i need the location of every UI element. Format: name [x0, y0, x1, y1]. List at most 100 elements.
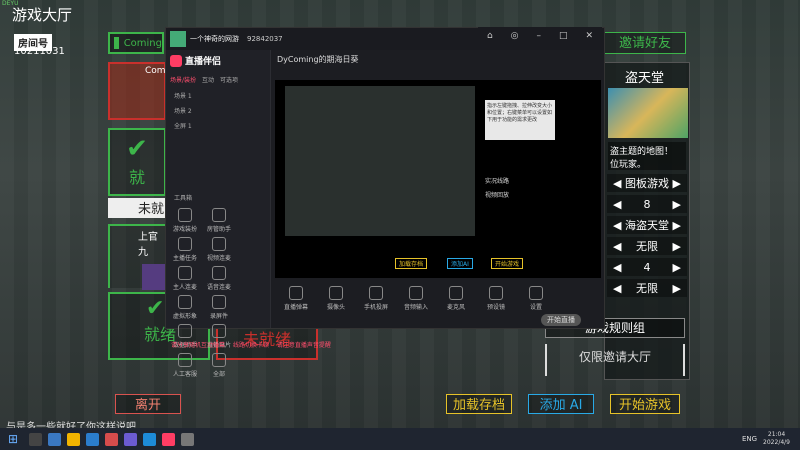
invite-friends-button[interactable]: 邀请好友: [604, 32, 686, 54]
maximize-icon[interactable]: □: [559, 31, 568, 41]
bottom-tool[interactable]: 直播弹幕: [281, 286, 311, 311]
start-live-button[interactable]: 开始直播: [541, 314, 581, 326]
scene-item[interactable]: 场景 1: [166, 88, 270, 103]
bottom-tool[interactable]: 麦克风: [441, 286, 471, 311]
map-name: 盗天堂: [625, 71, 665, 86]
tool-item[interactable]: 视频连麦: [204, 237, 234, 262]
bottom-tool[interactable]: 摄像头: [321, 286, 351, 311]
player-card-red[interactable]: Comi: [108, 62, 168, 120]
player3-name: 上官九: [138, 232, 158, 258]
stream-app-icon[interactable]: [162, 432, 176, 446]
minimize-icon[interactable]: –: [537, 31, 542, 41]
arrow-left-icon[interactable]: ◀: [613, 240, 621, 253]
folder-icon[interactable]: [67, 432, 81, 446]
stream-preview[interactable]: 指示左键拖拽、拉伸改变大小和位置；右键菜单可以设置如下用于功能的需求更改 实况线…: [275, 80, 601, 278]
setting-row-time[interactable]: ◀ 无限 ▶: [607, 237, 687, 255]
setting-row-limit[interactable]: ◀ 无限 ▶: [607, 279, 687, 297]
map-desc-line2: 位玩家。: [610, 160, 647, 170]
popup-start-button[interactable]: 开始游戏: [491, 258, 524, 269]
setting-value: 无限: [636, 240, 658, 253]
browser-icon[interactable]: [86, 432, 100, 446]
home-icon[interactable]: ⌂: [487, 31, 493, 41]
app-icon[interactable]: [124, 432, 138, 446]
tool-label: 游戏装扮: [172, 226, 197, 233]
steam-icon[interactable]: [143, 432, 157, 446]
tool-icon: [212, 208, 226, 222]
rec-label: 视频回放: [485, 192, 510, 199]
arrow-left-icon[interactable]: ◀: [613, 177, 621, 190]
arrow-left-icon[interactable]: ◀: [613, 261, 621, 274]
setting-row-map[interactable]: ◀ 海盗天堂 ▶: [607, 216, 687, 234]
tool-item[interactable]: 语音连麦: [204, 266, 234, 291]
start-game-button[interactable]: 开始游戏: [610, 394, 680, 414]
arrow-left-icon[interactable]: ◀: [613, 282, 621, 295]
arrow-right-icon[interactable]: ▶: [673, 282, 681, 295]
tool-item[interactable]: 人工客服: [170, 353, 200, 378]
arrow-right-icon[interactable]: ▶: [673, 261, 681, 274]
stream-title: DyComing的期海日葵: [277, 55, 359, 64]
tool-icon: [212, 237, 226, 251]
tool-label: 视频连麦: [206, 255, 231, 262]
tab-scenes[interactable]: 场景/装扮: [170, 75, 196, 84]
app-icon[interactable]: [105, 432, 119, 446]
tab-interact[interactable]: 互动: [202, 75, 214, 84]
tool-label: 虚拟形象: [172, 313, 197, 320]
scene-item[interactable]: 全屏 1: [166, 118, 270, 133]
gamepad-icon[interactable]: ◎: [511, 31, 519, 41]
logo-icon: [170, 54, 182, 67]
popup-ai-button[interactable]: 添加AI: [447, 258, 473, 269]
tool-item[interactable]: 游戏装扮: [170, 208, 200, 233]
hint: 线路切换卡顿: [232, 342, 269, 349]
ready-slot[interactable]: ✔ 就: [108, 128, 166, 196]
brand-name: 直播伴侣: [185, 57, 222, 67]
tab-options[interactable]: 可选项: [220, 75, 238, 84]
app-icon[interactable]: [181, 432, 195, 446]
add-ai-button[interactable]: 添加 AI: [528, 394, 594, 414]
tool-item[interactable]: 房管助手: [204, 208, 234, 233]
clock[interactable]: 21:04 2022/4/9: [763, 431, 790, 447]
line-label: 实况线路: [485, 178, 510, 185]
load-save-button[interactable]: 加载存档: [446, 394, 512, 414]
tool-item[interactable]: 虚拟形象: [170, 295, 200, 320]
arrow-right-icon[interactable]: ▶: [673, 219, 681, 232]
tool-item[interactable]: 主人连麦: [170, 266, 200, 291]
close-icon[interactable]: ✕: [585, 31, 593, 41]
room-number: 10211031: [14, 46, 65, 57]
language-indicator[interactable]: ENG: [742, 435, 757, 443]
bottom-tool[interactable]: 预设镜: [481, 286, 511, 311]
player1-slot[interactable]: Coming: [108, 32, 164, 54]
leave-button[interactable]: 离开: [115, 394, 181, 414]
bottom-tool[interactable]: 音频输入: [401, 286, 431, 311]
windows-start-icon[interactable]: ⊞: [8, 432, 18, 446]
bottom-tool[interactable]: 设置: [521, 286, 551, 311]
tool-icon: [178, 353, 192, 367]
app-icon[interactable]: [48, 432, 62, 446]
player3-card[interactable]: 上官九: [108, 224, 168, 290]
arrow-left-icon[interactable]: ◀: [613, 198, 621, 211]
arrow-right-icon[interactable]: ▶: [673, 198, 681, 211]
arrow-left-icon[interactable]: ◀: [613, 219, 621, 232]
hint: 请分享随机互动弹幕: [171, 342, 226, 349]
tool-icon: [329, 286, 343, 300]
sidebar-tabs: 场景/装扮 互动 可选项: [166, 71, 270, 88]
bottom-tool[interactable]: 手机投屏: [361, 286, 391, 311]
scene-item[interactable]: 场景 2: [166, 103, 270, 118]
arrow-right-icon[interactable]: ▶: [673, 177, 681, 190]
popup-load-button[interactable]: 加载存档: [395, 258, 428, 269]
tool-icon: [212, 353, 226, 367]
tool-icon: [369, 286, 383, 300]
bottom-hints: 请分享随机互动弹幕 线路切换卡顿 请注意直播声音提醒: [171, 340, 591, 349]
hint: 请注意直播声音提醒: [276, 342, 331, 349]
setting-row-players[interactable]: ◀ 8 ▶: [607, 195, 687, 213]
tool-item[interactable]: 主播任务: [170, 237, 200, 262]
search-icon[interactable]: [29, 432, 43, 446]
channel-avatar: [170, 31, 186, 47]
tool-item[interactable]: 全部: [204, 353, 234, 378]
setting-value: 4: [643, 260, 651, 274]
system-tray: ENG 21:04 2022/4/9: [742, 431, 800, 447]
setting-row-count[interactable]: ◀ 4 ▶: [607, 258, 687, 276]
tool-item[interactable]: 录屏件: [204, 295, 234, 320]
arrow-right-icon[interactable]: ▶: [673, 240, 681, 253]
setting-row-mode[interactable]: ◀ 图板游戏 ▶: [607, 174, 687, 192]
map-thumbnail: [608, 88, 688, 138]
